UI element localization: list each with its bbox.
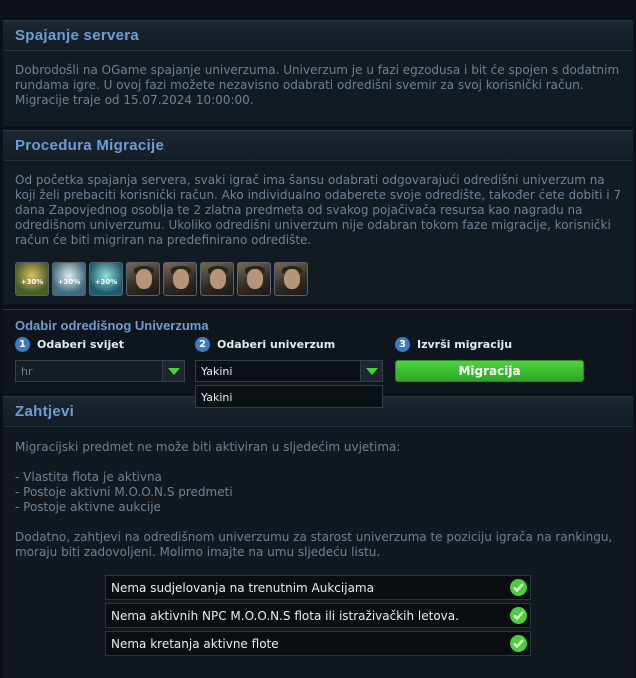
server-merge-panel: Spajanje servera Dobrodošli na OGame spa… xyxy=(3,20,633,126)
technocrat-portrait-icon[interactable] xyxy=(274,262,308,296)
condition-item: - Postoje aktivni M.O.O.N.S predmeti xyxy=(15,485,233,499)
step-1-badge: 1 xyxy=(15,337,30,352)
universe-option-yakini[interactable]: Yakini xyxy=(195,385,383,408)
requirements-intro: Migracijski predmet ne može biti aktivir… xyxy=(15,440,401,454)
server-merge-header: Spajanje servera xyxy=(3,21,633,51)
check-row: Nema sudjelovanja na trenutnim Aukcijama xyxy=(105,575,531,600)
check-row: Nema kretanja aktivne flote xyxy=(105,631,531,656)
chevron-down-icon xyxy=(167,367,180,375)
migrate-button[interactable]: Migracija xyxy=(395,360,584,382)
step-1: 1 Odaberi svijet xyxy=(15,337,124,352)
check-row: Nema aktivnih NPC M.O.O.N.S flota ili is… xyxy=(105,603,531,628)
requirements-extra: Dodatno, zahtjevi na odredišnom univerzu… xyxy=(15,530,613,559)
universe-select-arrow[interactable] xyxy=(360,361,382,381)
checkmark-icon xyxy=(510,579,527,596)
check-row-label: Nema sudjelovanja na trenutnim Aukcijama xyxy=(111,580,374,595)
check-row-label: Nema kretanja aktivne flote xyxy=(111,636,279,651)
metal-booster-icon[interactable]: +30% xyxy=(15,262,49,296)
procedure-title: Procedura Migracije xyxy=(15,137,165,154)
procedure-text: Od početka spajanja servera, svaki igrač… xyxy=(15,173,622,247)
check-row-label: Nema aktivnih NPC M.O.O.N.S flota ili is… xyxy=(111,608,459,623)
deuterium-booster-label: +30% xyxy=(94,278,118,286)
procedure-header: Procedura Migracije xyxy=(3,131,633,161)
requirements-panel: Zahtjevi Migracijski predmet ne može bit… xyxy=(3,396,633,678)
procedure-panel: Procedura Migracije Od početka spajanja … xyxy=(3,130,633,304)
step-2-label: Odaberi univerzum xyxy=(217,338,336,351)
checkmark-icon xyxy=(510,635,527,652)
step-3: 3 Izvrši migraciju xyxy=(395,337,512,352)
world-select-value: hr xyxy=(21,364,33,378)
world-select[interactable]: hr xyxy=(15,360,185,382)
server-merge-text: Dobrodošli na OGame spajanje univerzuma.… xyxy=(15,63,620,107)
reward-items: +30% +30% +30% xyxy=(15,262,623,296)
deuterium-booster-icon[interactable]: +30% xyxy=(89,262,123,296)
migration-title: Odabir odredišnog Univerzuma xyxy=(15,318,209,333)
checkmark-icon xyxy=(510,607,527,624)
condition-item: - Postoje aktivne aukcije xyxy=(15,500,161,514)
crystal-booster-icon[interactable]: +30% xyxy=(52,262,86,296)
step-3-badge: 3 xyxy=(395,337,410,352)
server-merge-title: Spajanje servera xyxy=(15,27,140,44)
step-1-label: Odaberi svijet xyxy=(37,338,124,351)
crystal-booster-label: +30% xyxy=(57,278,81,286)
universe-select-value: Yakini xyxy=(201,364,233,378)
procedure-body: Od početka spajanja servera, svaki igrač… xyxy=(3,161,633,296)
step-3-label: Izvrši migraciju xyxy=(417,338,513,351)
universe-select[interactable]: Yakini xyxy=(195,360,383,382)
geologist-portrait-icon[interactable] xyxy=(237,262,271,296)
admiral-portrait-icon[interactable] xyxy=(163,262,197,296)
chevron-down-icon xyxy=(365,367,378,375)
world-select-arrow[interactable] xyxy=(162,361,184,381)
step-2-badge: 2 xyxy=(195,337,210,352)
metal-booster-label: +30% xyxy=(20,278,44,286)
commander-portrait-icon[interactable] xyxy=(126,262,160,296)
engineer-portrait-icon[interactable] xyxy=(200,262,234,296)
step-2: 2 Odaberi univerzum xyxy=(195,337,335,352)
migration-panel: Odabir odredišnog Univerzuma 1 Odaberi s… xyxy=(3,309,633,408)
requirements-body: Migracijski predmet ne može biti aktivir… xyxy=(3,427,633,560)
condition-item: - Vlastita flota je aktivna xyxy=(15,470,162,484)
